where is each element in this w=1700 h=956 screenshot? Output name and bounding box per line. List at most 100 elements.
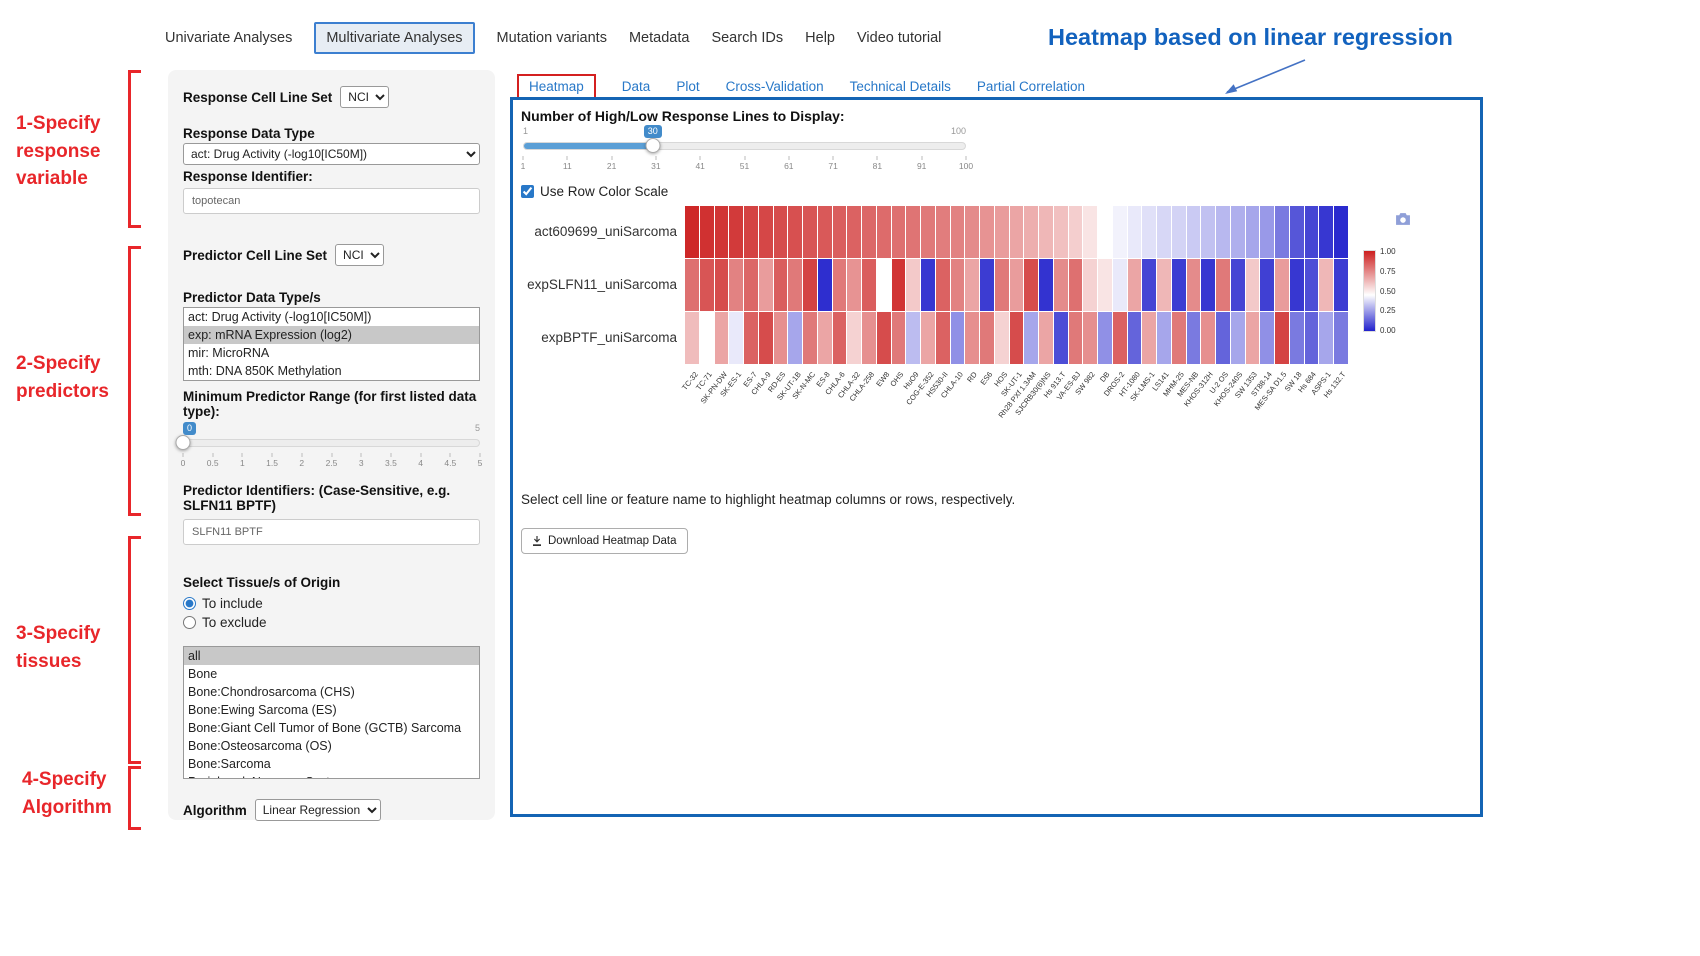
slider-track[interactable] [183, 439, 480, 447]
tab-plot[interactable]: Plot [676, 79, 699, 94]
heatmap-row-label-act609699-unisarcoma[interactable]: act609699_uniSarcoma [534, 224, 677, 239]
heatmap-cell[interactable] [1319, 206, 1333, 258]
heatmap-cell[interactable] [700, 206, 714, 258]
heatmap-grid[interactable] [685, 206, 1348, 364]
heatmap-cell[interactable] [1113, 206, 1127, 258]
heatmap-cell[interactable] [847, 206, 861, 258]
row-color-scale-toggle[interactable]: Use Row Color Scale [521, 184, 668, 199]
heatmap-cell[interactable] [1275, 312, 1289, 364]
heatmap-cell[interactable] [936, 259, 950, 311]
slider-track[interactable] [523, 142, 966, 150]
heatmap-cell[interactable] [1010, 312, 1024, 364]
heatmap-cell[interactable] [1142, 259, 1156, 311]
heatmap-cell[interactable] [892, 259, 906, 311]
heatmap-cell[interactable] [1098, 259, 1112, 311]
heatmap-cell[interactable] [1128, 312, 1142, 364]
heatmap-cell[interactable] [951, 206, 965, 258]
heatmap-cell[interactable] [1201, 259, 1215, 311]
tissue-include-radio[interactable] [183, 597, 196, 610]
heatmap-cell[interactable] [1128, 206, 1142, 258]
camera-icon[interactable] [1395, 212, 1411, 226]
heatmap-cell[interactable] [818, 259, 832, 311]
heatmap-cell[interactable] [1231, 312, 1245, 364]
heatmap-cell[interactable] [1201, 312, 1215, 364]
heatmap-cell[interactable] [1260, 259, 1274, 311]
heatmap-cell[interactable] [1113, 312, 1127, 364]
response-cell-line-set-select[interactable]: NCI [340, 86, 389, 108]
heatmap-cell[interactable] [759, 259, 773, 311]
tab-partial-correlation[interactable]: Partial Correlation [977, 79, 1085, 94]
heatmap-cell[interactable] [715, 206, 729, 258]
heatmap-cell[interactable] [892, 206, 906, 258]
heatmap-cell[interactable] [847, 259, 861, 311]
heatmap-cell[interactable] [1128, 259, 1142, 311]
heatmap-cell[interactable] [685, 206, 699, 258]
tissue-option-bone-sarcoma[interactable]: Bone:Sarcoma [184, 755, 479, 773]
heatmap-cell[interactable] [1290, 312, 1304, 364]
heatmap-cell[interactable] [774, 259, 788, 311]
heatmap-cell[interactable] [936, 206, 950, 258]
nav-tab-multivariate-analyses[interactable]: Multivariate Analyses [314, 22, 474, 54]
predictor-option-act-drug-activity-log10-ic50m[interactable]: act: Drug Activity (-log10[IC50M]) [184, 308, 479, 326]
tissue-listbox[interactable]: allBoneBone:Chondrosarcoma (CHS)Bone:Ewi… [183, 646, 480, 779]
heatmap-cell[interactable] [1305, 259, 1319, 311]
heatmap-cell[interactable] [1172, 259, 1186, 311]
heatmap-cell[interactable] [700, 259, 714, 311]
heatmap-cell[interactable] [1187, 312, 1201, 364]
row-color-scale-checkbox[interactable] [521, 185, 534, 198]
predictor-identifiers-input[interactable] [183, 519, 480, 545]
tissue-include-radio-row[interactable]: To include [183, 596, 480, 611]
heatmap-cell[interactable] [921, 206, 935, 258]
heatmap-cell[interactable] [685, 312, 699, 364]
heatmap-cell[interactable] [1334, 312, 1348, 364]
heatmap-cell[interactable] [877, 206, 891, 258]
predictor-option-mir-microrna[interactable]: mir: MicroRNA [184, 344, 479, 362]
heatmap-cell[interactable] [715, 312, 729, 364]
heatmap-cell[interactable] [1157, 206, 1171, 258]
heatmap-cell[interactable] [862, 259, 876, 311]
heatmap-cell[interactable] [1069, 259, 1083, 311]
heatmap-cell[interactable] [1024, 206, 1038, 258]
heatmap-cell[interactable] [1319, 259, 1333, 311]
heatmap-cell[interactable] [965, 206, 979, 258]
predictor-option-mth-dna-850k-methylation[interactable]: mth: DNA 850K Methylation [184, 362, 479, 380]
tab-cross-validation[interactable]: Cross-Validation [726, 79, 824, 94]
predictor-data-types-listbox[interactable]: act: Drug Activity (-log10[IC50M])exp: m… [183, 307, 480, 381]
heatmap-cell[interactable] [1216, 259, 1230, 311]
heatmap-cell[interactable] [744, 312, 758, 364]
algorithm-select[interactable]: Linear Regression [255, 799, 381, 821]
tab-heatmap[interactable]: Heatmap [517, 74, 596, 99]
heatmap-cell[interactable] [1142, 206, 1156, 258]
nav-tab-metadata[interactable]: Metadata [629, 24, 689, 52]
heatmap-cell[interactable] [744, 259, 758, 311]
min-predictor-range-slider-handle[interactable] [176, 435, 191, 450]
heatmap-cell[interactable] [788, 259, 802, 311]
heatmap-cell[interactable] [1098, 206, 1112, 258]
heatmap-cell[interactable] [995, 259, 1009, 311]
heatmap-cell[interactable] [715, 259, 729, 311]
heatmap-cell[interactable] [803, 259, 817, 311]
heatmap-cell[interactable] [1187, 206, 1201, 258]
heatmap-cell[interactable] [1305, 206, 1319, 258]
heatmap-cell[interactable] [729, 259, 743, 311]
heatmap-cell[interactable] [862, 312, 876, 364]
heatmap-cell[interactable] [774, 312, 788, 364]
heatmap-cell[interactable] [921, 259, 935, 311]
heatmap-cell[interactable] [1334, 259, 1348, 311]
heatmap-cell[interactable] [906, 259, 920, 311]
heatmap-cell[interactable] [1231, 259, 1245, 311]
heatmap-cell[interactable] [936, 312, 950, 364]
nav-tab-video-tutorial[interactable]: Video tutorial [857, 24, 941, 52]
heatmap-cell[interactable] [877, 312, 891, 364]
heatmap-cell[interactable] [818, 312, 832, 364]
heatmap-cell[interactable] [1010, 206, 1024, 258]
heatmap-cell[interactable] [1305, 312, 1319, 364]
heatmap-cell[interactable] [1054, 312, 1068, 364]
heatmap-cell[interactable] [906, 312, 920, 364]
heatmap-cell[interactable] [833, 206, 847, 258]
heatmap-cell[interactable] [1024, 259, 1038, 311]
heatmap-cell[interactable] [1172, 206, 1186, 258]
tissue-option-all[interactable]: all [184, 647, 479, 665]
heatmap-cell[interactable] [892, 312, 906, 364]
heatmap-cell[interactable] [1260, 206, 1274, 258]
